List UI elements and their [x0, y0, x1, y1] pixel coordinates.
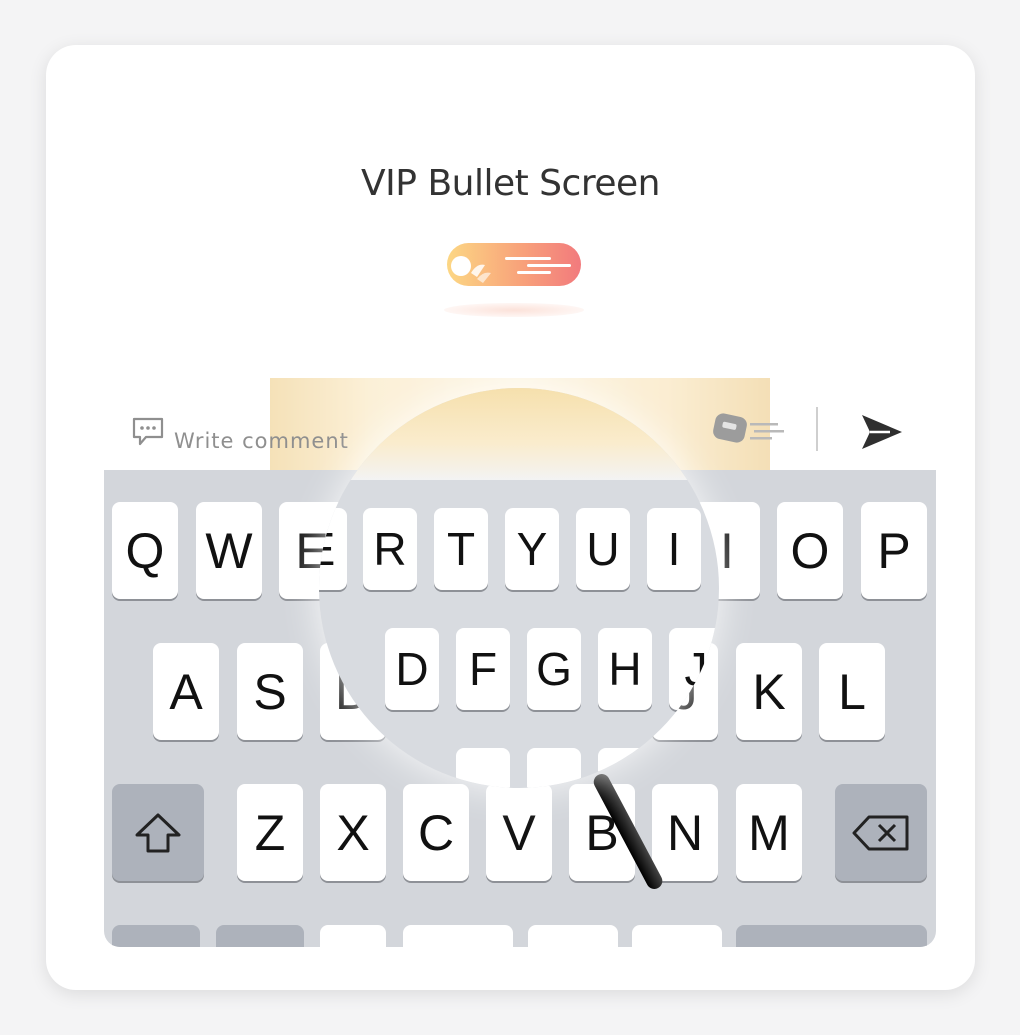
loupe-key-j: J	[669, 628, 719, 710]
loupe-key-t: T	[434, 508, 488, 590]
feature-card: VIP Bullet Screen Write comment Q W E I …	[46, 45, 975, 990]
page-title: VIP Bullet Screen	[361, 163, 660, 204]
loupe-key-i: I	[647, 508, 701, 590]
numbers-key[interactable]	[112, 925, 200, 947]
loupe-key-u: U	[576, 508, 630, 590]
key-s[interactable]: S	[237, 643, 303, 740]
key-k[interactable]: K	[736, 643, 802, 740]
loupe-video-area	[319, 388, 719, 480]
bullet-screen-icon	[451, 256, 571, 283]
loupe-key-e: E	[319, 508, 347, 590]
loupe-key-h: H	[598, 628, 652, 710]
shift-icon	[135, 813, 181, 852]
loupe-key-c	[456, 748, 510, 788]
key-z[interactable]: Z	[237, 784, 303, 881]
key-m[interactable]: M	[736, 784, 802, 881]
phone-scene: Write comment Q W E R T Y U I O P A	[104, 345, 936, 947]
key-q[interactable]: Q	[112, 502, 178, 599]
loupe-key-v	[527, 748, 581, 788]
loupe-key-d: D	[385, 628, 439, 710]
toolbar-divider	[816, 407, 818, 451]
magnifier-loupe: E R T Y U I D F G H J	[319, 388, 719, 788]
emoji-key[interactable]	[216, 925, 304, 947]
loupe-key-g: G	[527, 628, 581, 710]
loupe-key-y: Y	[505, 508, 559, 590]
key-w[interactable]: W	[196, 502, 262, 599]
space-key-right[interactable]	[632, 925, 722, 947]
backspace-icon	[852, 815, 909, 850]
send-icon[interactable]	[860, 412, 904, 452]
key-a[interactable]: A	[153, 643, 219, 740]
key-o[interactable]: O	[777, 502, 843, 599]
key-v[interactable]: V	[486, 784, 552, 881]
loupe-key-f: F	[456, 628, 510, 710]
mic-key[interactable]	[320, 925, 386, 947]
badge-shadow	[444, 303, 584, 317]
bullet-screen-badge	[447, 243, 581, 286]
shift-key[interactable]	[112, 784, 204, 881]
bullet-screen-toggle-icon[interactable]	[710, 409, 790, 449]
key-c[interactable]: C	[403, 784, 469, 881]
comment-icon	[132, 417, 164, 446]
space-key[interactable]	[528, 925, 618, 947]
key-n[interactable]: N	[652, 784, 718, 881]
key-l[interactable]: L	[819, 643, 885, 740]
space-key-left[interactable]	[403, 925, 513, 947]
loupe-key-b	[598, 748, 652, 788]
loupe-key-r: R	[363, 508, 417, 590]
key-x[interactable]: X	[320, 784, 386, 881]
backspace-key[interactable]	[835, 784, 927, 881]
return-key[interactable]	[736, 925, 927, 947]
key-p[interactable]: P	[861, 502, 927, 599]
